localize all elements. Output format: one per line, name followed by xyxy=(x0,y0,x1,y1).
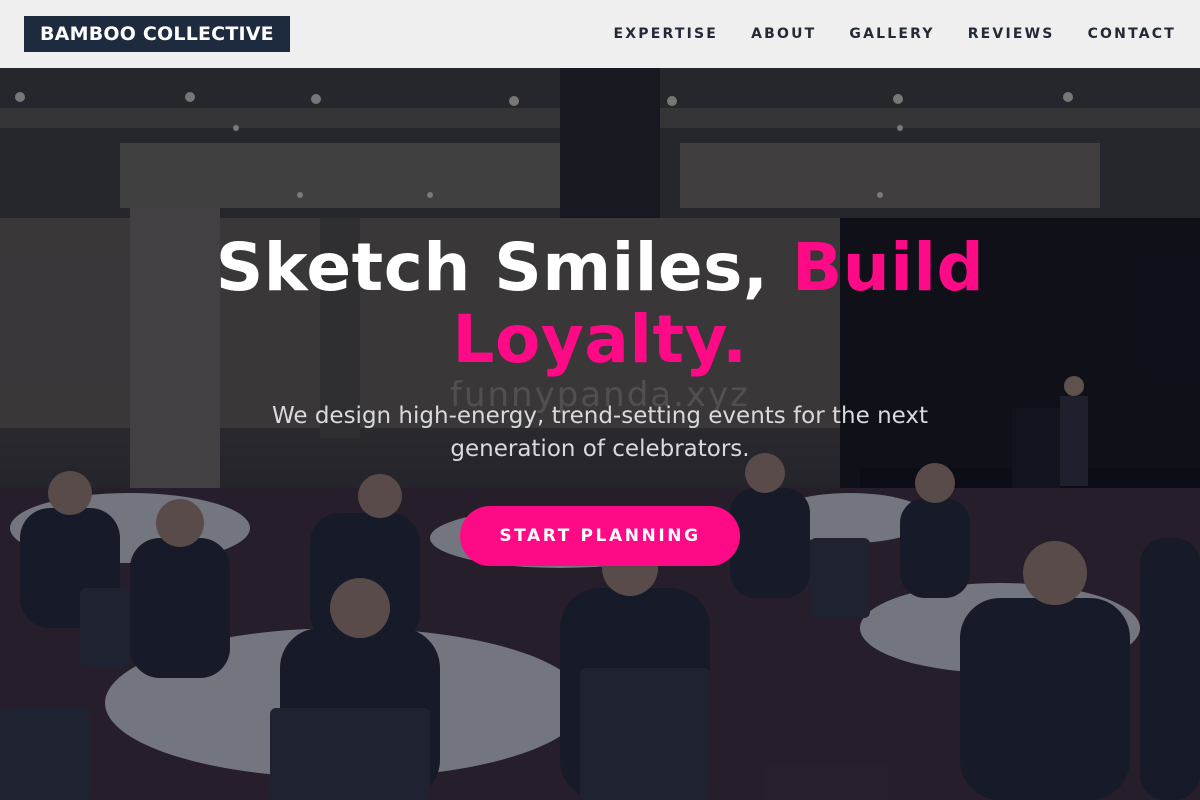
main-nav: EXPERTISE ABOUT GALLERY REVIEWS CONTACT xyxy=(614,26,1176,42)
nav-link-gallery[interactable]: GALLERY xyxy=(849,26,934,42)
nav-link-reviews[interactable]: REVIEWS xyxy=(968,26,1055,42)
site-logo[interactable]: BAMBOO COLLECTIVE xyxy=(24,16,290,52)
nav-link-contact[interactable]: CONTACT xyxy=(1088,26,1176,42)
start-planning-button[interactable]: START PLANNING xyxy=(460,506,740,566)
hero-headline: Sketch Smiles, Build Loyalty. xyxy=(150,232,1050,376)
headline-white-part: Sketch Smiles, xyxy=(215,229,769,306)
site-header: BAMBOO COLLECTIVE EXPERTISE ABOUT GALLER… xyxy=(0,0,1200,68)
hero-subtitle: We design high-energy, trend-setting eve… xyxy=(271,403,929,462)
hero-section: Sketch Smiles, Build Loyalty. funnypanda… xyxy=(0,68,1200,800)
hero-content: Sketch Smiles, Build Loyalty. funnypanda… xyxy=(0,68,1200,800)
nav-link-expertise[interactable]: EXPERTISE xyxy=(614,26,719,42)
nav-link-about[interactable]: ABOUT xyxy=(751,26,816,42)
